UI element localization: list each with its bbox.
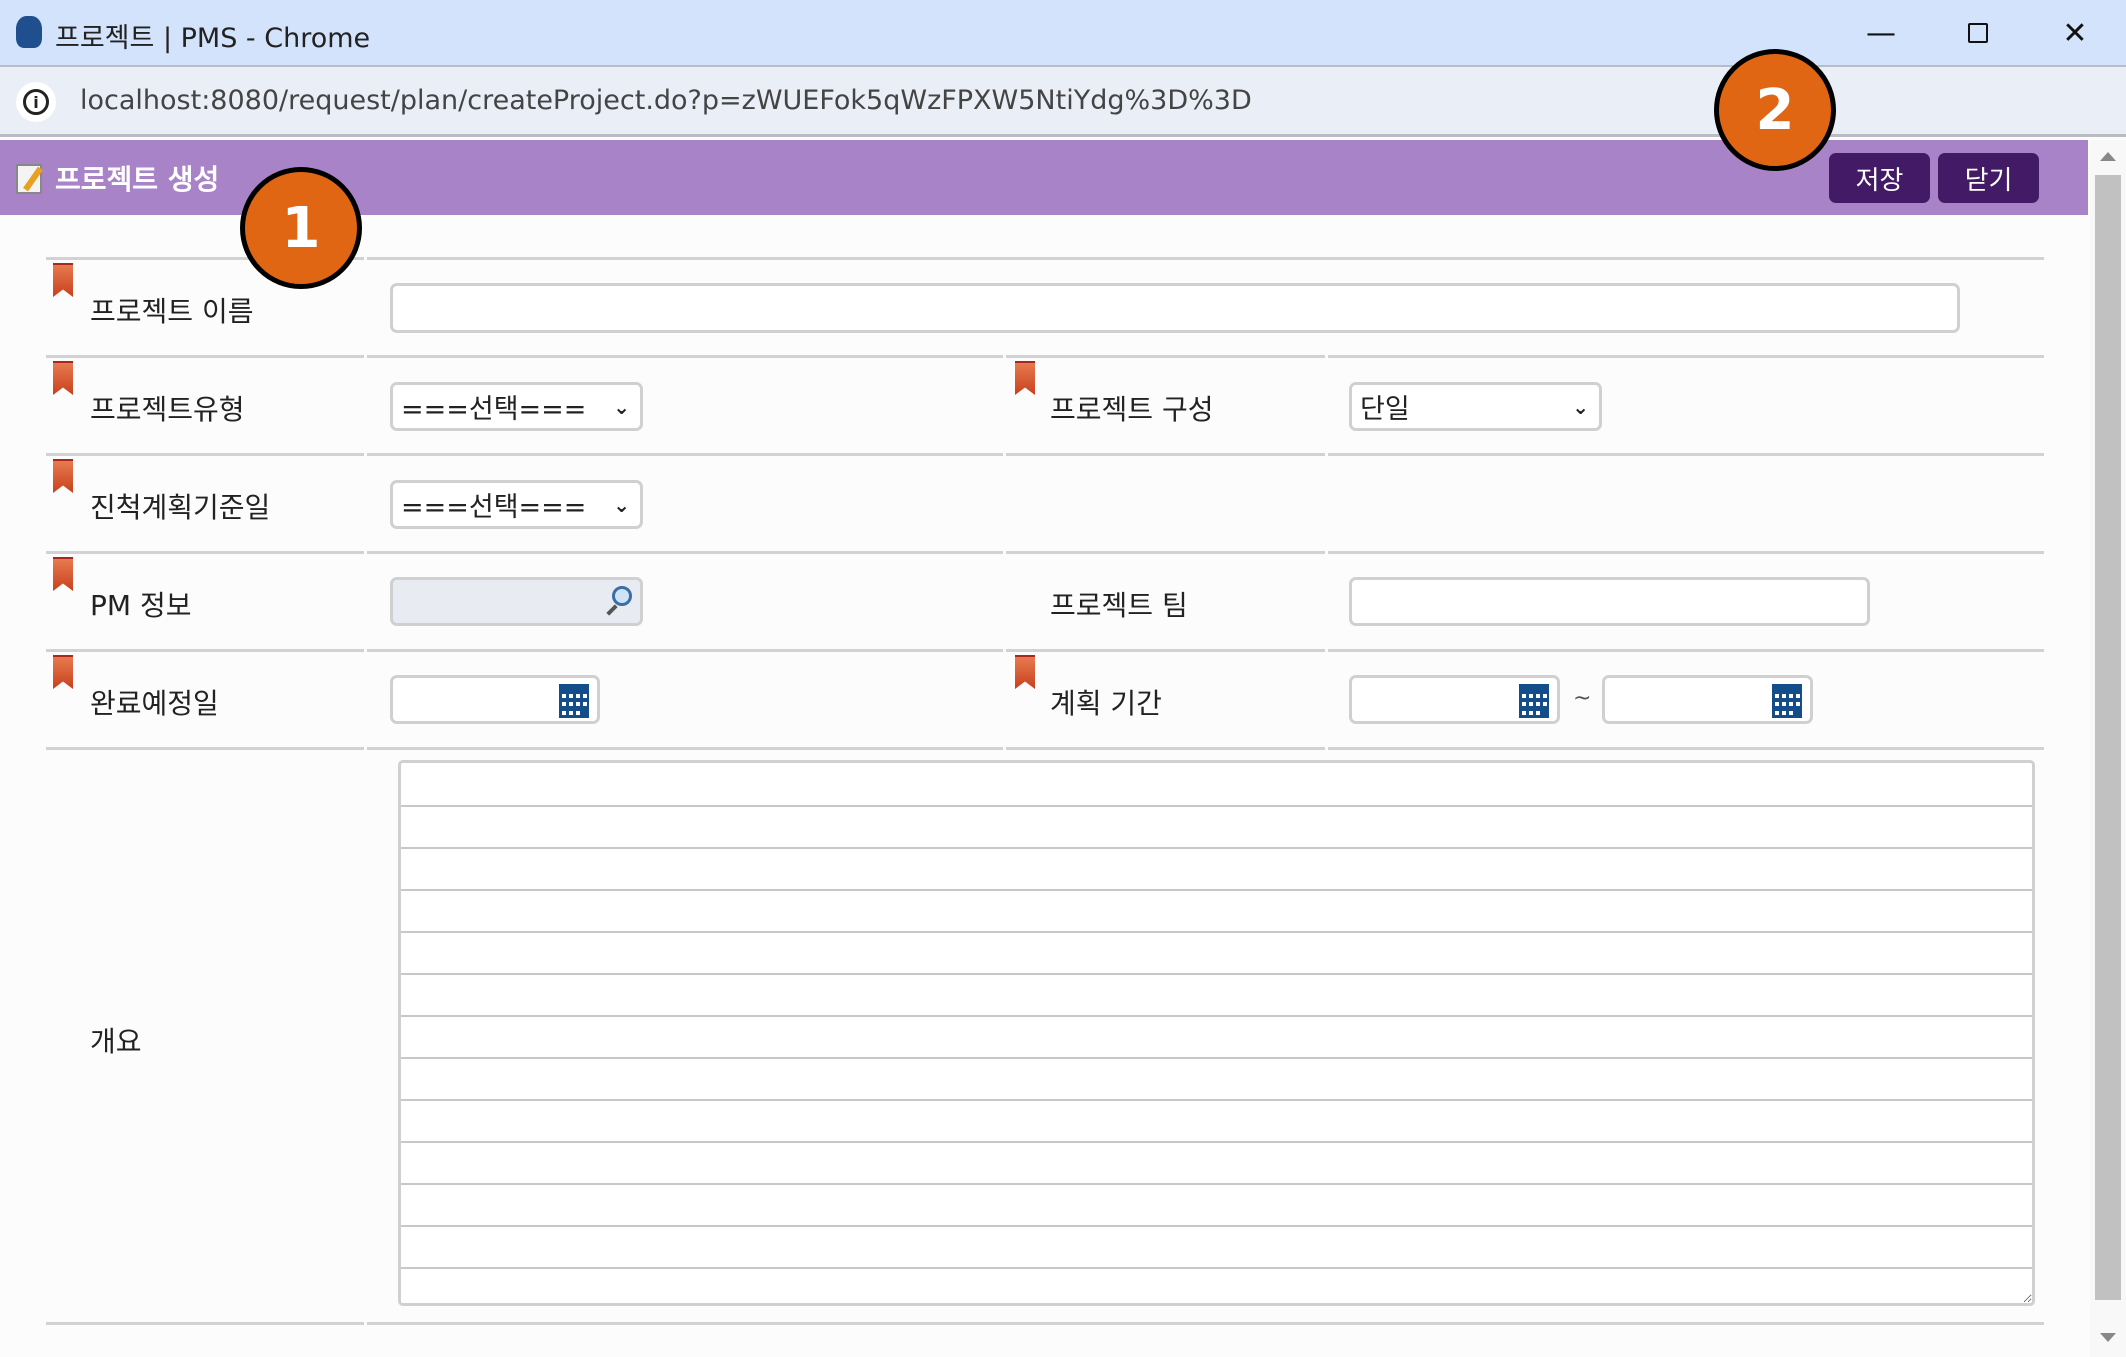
row-divider [46,551,2044,554]
team-label: 프로젝트 팀 [1050,589,1188,622]
close-window-button[interactable]: ✕ [2040,8,2110,58]
project-name-input[interactable] [390,283,1960,333]
close-button[interactable]: 닫기 [1938,153,2039,203]
chevron-down-icon: ⌄ [1572,394,1589,419]
annotation-marker: 2 [1714,49,1836,171]
calendar-icon[interactable] [1519,684,1549,718]
summary-label: 개요 [90,1025,142,1058]
row-divider [46,649,2044,652]
due-date-label: 완료예정일 [90,687,219,720]
required-icon [53,361,73,395]
project-type-select[interactable]: ===선택=== ⌄ [390,382,643,431]
row-divider [46,355,2044,358]
required-icon [53,655,73,689]
project-structure-select[interactable]: 단일 ⌄ [1349,382,1602,431]
window-titlebar: 프로젝트 | PMS - Chrome — ✕ [0,0,2126,67]
project-type-value: ===선택=== [401,394,587,425]
required-icon [53,557,73,591]
chevron-down-icon: ⌄ [613,492,630,517]
period-start-input[interactable] [1349,675,1560,724]
period-end-input[interactable] [1602,675,1813,724]
summary-textarea[interactable] [398,760,2035,1306]
project-name-label: 프로젝트 이름 [90,295,254,328]
scroll-up-icon[interactable] [2100,152,2116,161]
site-info-button[interactable]: i [16,82,56,122]
row-divider [46,453,2044,456]
column-divider [1003,355,1006,750]
minimize-button[interactable]: — [1846,8,1916,58]
calendar-icon[interactable] [1772,684,1802,718]
scroll-down-icon[interactable] [2100,1333,2116,1342]
calendar-icon[interactable] [559,684,589,718]
scrollbar[interactable] [2090,140,2126,1357]
required-icon [53,459,73,493]
search-icon[interactable] [604,586,632,616]
period-separator: ~ [1573,686,1592,711]
progress-base-label: 진척계획기준일 [90,491,271,524]
required-icon [1015,655,1035,689]
pm-input[interactable] [390,577,643,626]
url-text[interactable]: localhost:8080/request/plan/createProjec… [80,85,1252,116]
info-icon: i [23,89,49,115]
progress-base-value: ===선택=== [401,492,587,523]
scrollbar-thumb[interactable] [2095,175,2121,1300]
plan-period-label: 계획 기간 [1050,687,1162,720]
row-divider [46,1322,2044,1325]
chevron-down-icon: ⌄ [613,394,630,419]
progress-base-select[interactable]: ===선택=== ⌄ [390,480,643,529]
page-title: 프로젝트 생성 [55,163,220,196]
column-divider [1325,355,1328,750]
pm-label: PM 정보 [90,589,192,622]
due-date-input[interactable] [390,675,600,724]
annotation-marker: 1 [240,167,362,289]
required-icon [53,263,73,297]
save-button[interactable]: 저장 [1829,153,1930,203]
required-icon [1015,361,1035,395]
app-icon [16,16,42,48]
maximize-button[interactable] [1943,8,2013,58]
project-structure-value: 단일 [1360,394,1410,425]
team-input[interactable] [1349,577,1870,626]
project-type-label: 프로젝트유형 [90,393,245,426]
maximize-icon [1968,23,1988,43]
window-title: 프로젝트 | PMS - Chrome [55,23,371,54]
project-structure-label: 프로젝트 구성 [1050,393,1214,426]
edit-icon [16,164,43,194]
row-divider [46,747,2044,750]
column-divider [364,257,367,1325]
